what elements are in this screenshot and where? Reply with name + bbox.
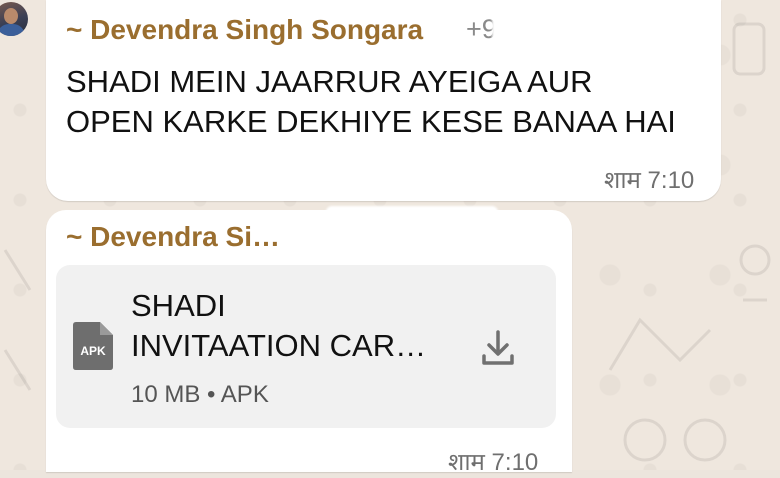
wallpaper-doodle-icon [732,22,766,76]
wallpaper-doodle-icon [608,317,712,371]
message-text: SHADI MEIN JAARRUR AYEIGA AUR OPEN KARKE… [66,64,676,139]
sender-name[interactable]: ~ Devendra Si… [66,221,280,253]
file-name-line: SHADI [131,288,226,323]
download-icon[interactable] [476,326,520,370]
wallpaper-doodle-icon [623,418,727,462]
meta-separator: • [207,381,216,408]
file-size: 10 MB [131,381,201,408]
avatar-shirt [0,24,25,36]
apk-badge: APK [80,344,106,358]
avatar[interactable] [0,2,28,36]
file-type: APK [220,381,269,408]
wallpaper-doodle-icon [3,249,32,391]
message-time: शाम 7:10 [448,449,539,476]
wallpaper-doodle-icon [739,244,771,302]
file-name-line: INVITAATION CAR… [131,328,427,363]
file-name: SHADI INVITAATION CAR… [131,286,451,366]
sender-name[interactable]: ~ Devendra Singh Songara [66,14,423,46]
file-meta: 10 MB • APK [131,381,269,409]
message-time: शाम 7:10 [604,167,695,194]
redacted-area [326,206,498,258]
avatar-face [4,8,18,24]
redacted-area [492,12,562,48]
